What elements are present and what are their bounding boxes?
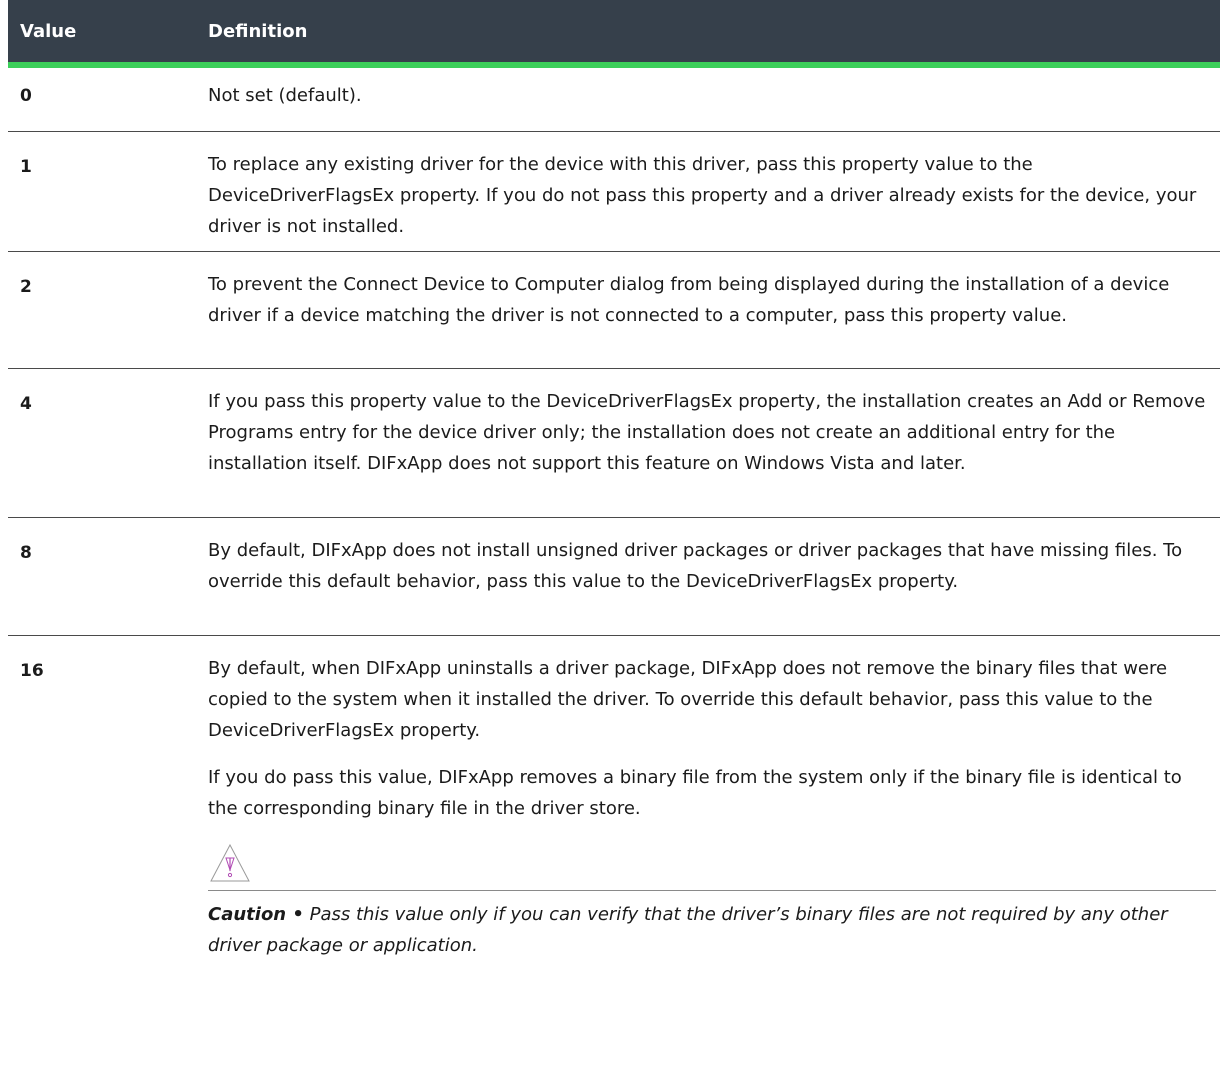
row-definition: To prevent the Connect Device to Compute…	[208, 252, 1220, 368]
definition-text: By default, when DIFxApp uninstalls a dr…	[208, 658, 1168, 741]
table-row: 2 To prevent the Connect Device to Compu…	[8, 252, 1220, 369]
table-header: Value Definition	[8, 0, 1220, 68]
row-definition: By default, when DIFxApp uninstalls a dr…	[208, 636, 1220, 961]
row-value: 8	[20, 543, 32, 563]
column-header-definition: Definition	[208, 20, 308, 42]
table-row: 16 By default, when DIFxApp uninstalls a…	[8, 636, 1220, 961]
caution-note: Caution • Pass this value only if you ca…	[208, 891, 1216, 961]
row-value: 0	[20, 86, 32, 106]
caution-label: Caution •	[208, 904, 304, 925]
definition-text: If you pass this property value to the D…	[208, 391, 1206, 474]
row-value: 16	[20, 661, 44, 681]
definition-text: By default, DIFxApp does not install uns…	[208, 540, 1183, 592]
row-value: 2	[20, 277, 32, 297]
row-definition: To replace any existing driver for the d…	[208, 132, 1220, 251]
caution-text: Pass this value only if you can verify t…	[208, 904, 1168, 956]
table-row: 0 Not set (default).	[8, 68, 1220, 132]
table-row: 4 If you pass this property value to the…	[8, 369, 1220, 518]
row-value: 1	[20, 157, 32, 177]
table-row: 8 By default, DIFxApp does not install u…	[8, 518, 1220, 636]
definition-text: If you do pass this value, DIFxApp remov…	[208, 767, 1182, 819]
table-row: 1 To replace any existing driver for the…	[8, 132, 1220, 252]
caution-triangle-icon	[208, 842, 252, 884]
row-value: 4	[20, 394, 32, 414]
definition-text: To replace any existing driver for the d…	[208, 154, 1197, 237]
definition-text: To prevent the Connect Device to Compute…	[208, 274, 1170, 326]
definition-text: Not set (default).	[208, 85, 362, 106]
device-driver-flags-table: Value Definition 0 Not set (default). 1 …	[0, 0, 1220, 961]
row-definition: Not set (default).	[208, 62, 1220, 111]
column-header-value: Value	[20, 20, 77, 42]
row-definition: By default, DIFxApp does not install uns…	[208, 518, 1220, 635]
row-definition: If you pass this property value to the D…	[208, 369, 1220, 517]
